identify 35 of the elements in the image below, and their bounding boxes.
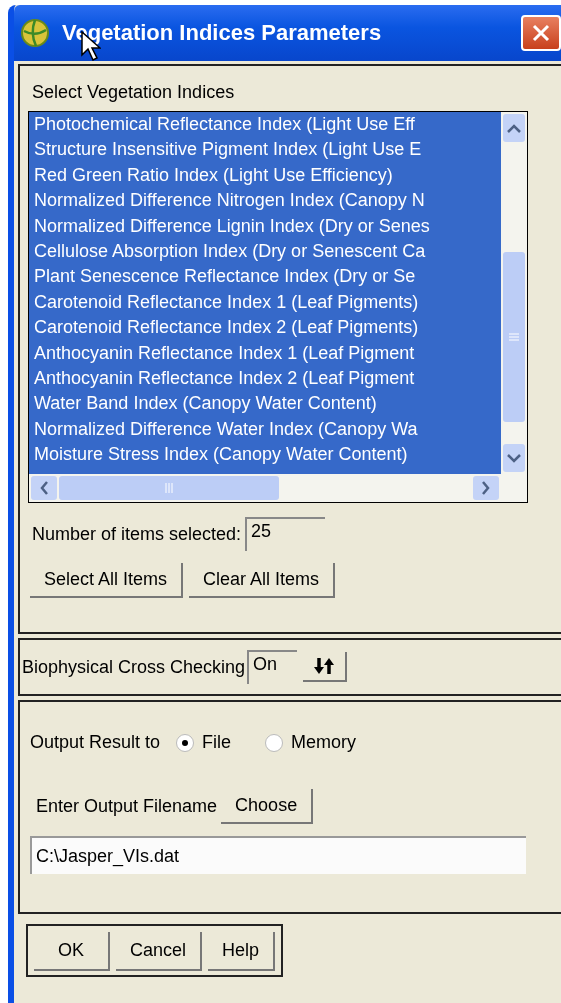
- scroll-up-button[interactable]: [503, 114, 525, 142]
- chevron-down-icon: [506, 453, 522, 463]
- chevron-right-icon: [481, 480, 491, 496]
- horizontal-scrollbar[interactable]: [29, 474, 527, 502]
- count-field: 25: [245, 517, 326, 551]
- chevron-left-icon: [39, 480, 49, 496]
- filename-field[interactable]: C:\Jasper_VIs.dat: [30, 836, 526, 874]
- scroll-down-button[interactable]: [503, 444, 525, 472]
- ok-button[interactable]: OK: [34, 932, 110, 971]
- radio-button[interactable]: [265, 733, 284, 752]
- close-button[interactable]: [521, 15, 561, 51]
- scroll-right-button[interactable]: [473, 476, 499, 500]
- globe-icon: [20, 18, 50, 48]
- radio-label[interactable]: File: [202, 732, 232, 753]
- scroll-thumb[interactable]: [503, 252, 525, 422]
- radio-label[interactable]: Memory: [291, 732, 357, 753]
- scroll-left-button[interactable]: [31, 476, 57, 500]
- window-title: Vegetation Indices Parameters: [62, 20, 382, 46]
- radio-button[interactable]: [176, 733, 195, 752]
- cancel-button[interactable]: Cancel: [116, 932, 203, 971]
- chevron-up-icon: [506, 123, 522, 133]
- cross-checking-label: Biophysical Cross Checking: [22, 656, 246, 678]
- section-label: Select Vegetation Indices: [31, 81, 236, 104]
- vertical-scrollbar[interactable]: [501, 112, 527, 474]
- count-label: Number of items selected:: [32, 523, 242, 545]
- filename-label: Enter Output Filename: [36, 796, 218, 817]
- output-label: Output Result to: [30, 732, 161, 753]
- cross-checking-field: On: [247, 650, 298, 684]
- choose-button[interactable]: Choose: [221, 789, 314, 824]
- up-down-arrows-icon: [313, 656, 336, 676]
- help-button[interactable]: Help: [208, 932, 276, 971]
- scroll-thumb[interactable]: [59, 476, 279, 500]
- select-all-button[interactable]: Select All Items: [30, 563, 184, 598]
- close-icon: [531, 23, 551, 43]
- clear-all-button[interactable]: Clear All Items: [189, 563, 336, 598]
